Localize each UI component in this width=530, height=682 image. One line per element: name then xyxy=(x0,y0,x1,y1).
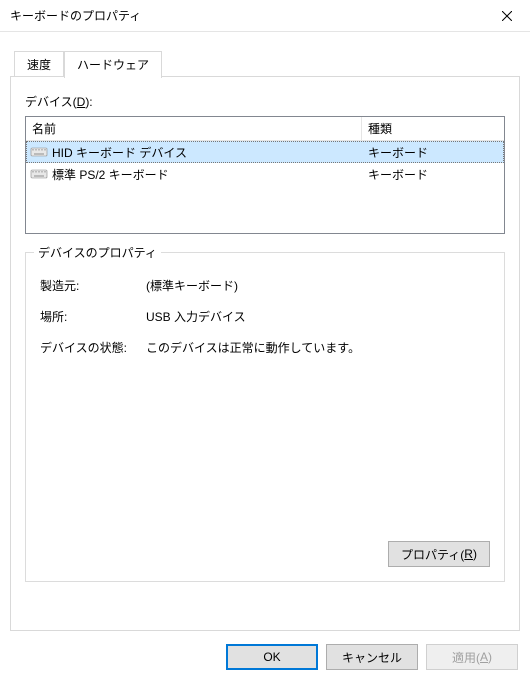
device-type: キーボード xyxy=(368,168,428,182)
manufacturer-value: (標準キーボード) xyxy=(146,277,490,294)
cell-type: キーボード xyxy=(362,166,504,183)
window-title: キーボードのプロパティ xyxy=(10,7,484,24)
properties-button[interactable]: プロパティ(R) xyxy=(388,541,490,567)
tab-speed[interactable]: 速度 xyxy=(14,51,64,77)
status-value: このデバイスは正常に動作しています。 xyxy=(146,339,490,356)
prop-row-location: 場所: USB 入力デバイス xyxy=(40,308,490,325)
device-properties-group: デバイスのプロパティ 製造元: (標準キーボード) 場所: USB 入力デバイス… xyxy=(25,252,505,582)
keyboard-icon xyxy=(30,169,48,179)
client-area: 速度 ハードウェア デバイス(D): 名前 種類 xyxy=(0,32,530,631)
cell-name: 標準 PS/2 キーボード xyxy=(26,166,362,183)
close-button[interactable] xyxy=(484,0,530,32)
dialog-footer: OK キャンセル 適用(A) xyxy=(226,644,518,670)
properties-button-row: プロパティ(R) xyxy=(388,541,490,567)
status-label: デバイスの状態: xyxy=(40,339,146,356)
apply-button: 適用(A) xyxy=(426,644,518,670)
tab-hardware[interactable]: ハードウェア xyxy=(64,51,162,78)
ok-button[interactable]: OK xyxy=(226,644,318,670)
group-title: デバイスのプロパティ xyxy=(34,244,161,261)
keyboard-icon xyxy=(30,147,48,157)
device-type: キーボード xyxy=(368,146,428,160)
prop-row-manufacturer: 製造元: (標準キーボード) xyxy=(40,277,490,294)
devices-label: デバイス(D): xyxy=(25,93,505,110)
tab-hardware-label: ハードウェア xyxy=(77,58,149,72)
manufacturer-label: 製造元: xyxy=(40,277,146,294)
cancel-button[interactable]: キャンセル xyxy=(326,644,418,670)
list-item[interactable]: HID キーボード デバイス キーボード xyxy=(26,141,504,163)
tabs-row: 速度 ハードウェア xyxy=(14,50,520,76)
list-item[interactable]: 標準 PS/2 キーボード キーボード xyxy=(26,163,504,185)
device-name: HID キーボード デバイス xyxy=(52,144,187,161)
device-list[interactable]: 名前 種類 HID キーボード デバイス キーボード xyxy=(25,116,505,234)
device-name: 標準 PS/2 キーボード xyxy=(52,166,169,183)
device-list-header: 名前 種類 xyxy=(26,117,504,141)
location-label: 場所: xyxy=(40,308,146,325)
column-header-name[interactable]: 名前 xyxy=(26,117,362,140)
titlebar: キーボードのプロパティ xyxy=(0,0,530,32)
location-value: USB 入力デバイス xyxy=(146,308,490,325)
column-header-type[interactable]: 種類 xyxy=(362,117,504,140)
prop-row-status: デバイスの状態: このデバイスは正常に動作しています。 xyxy=(40,339,490,356)
cell-type: キーボード xyxy=(362,144,504,161)
tab-speed-label: 速度 xyxy=(27,58,51,72)
cell-name: HID キーボード デバイス xyxy=(26,144,362,161)
tab-content-hardware: デバイス(D): 名前 種類 HID キーボード デバイス xyxy=(10,76,520,631)
close-icon xyxy=(502,11,512,21)
